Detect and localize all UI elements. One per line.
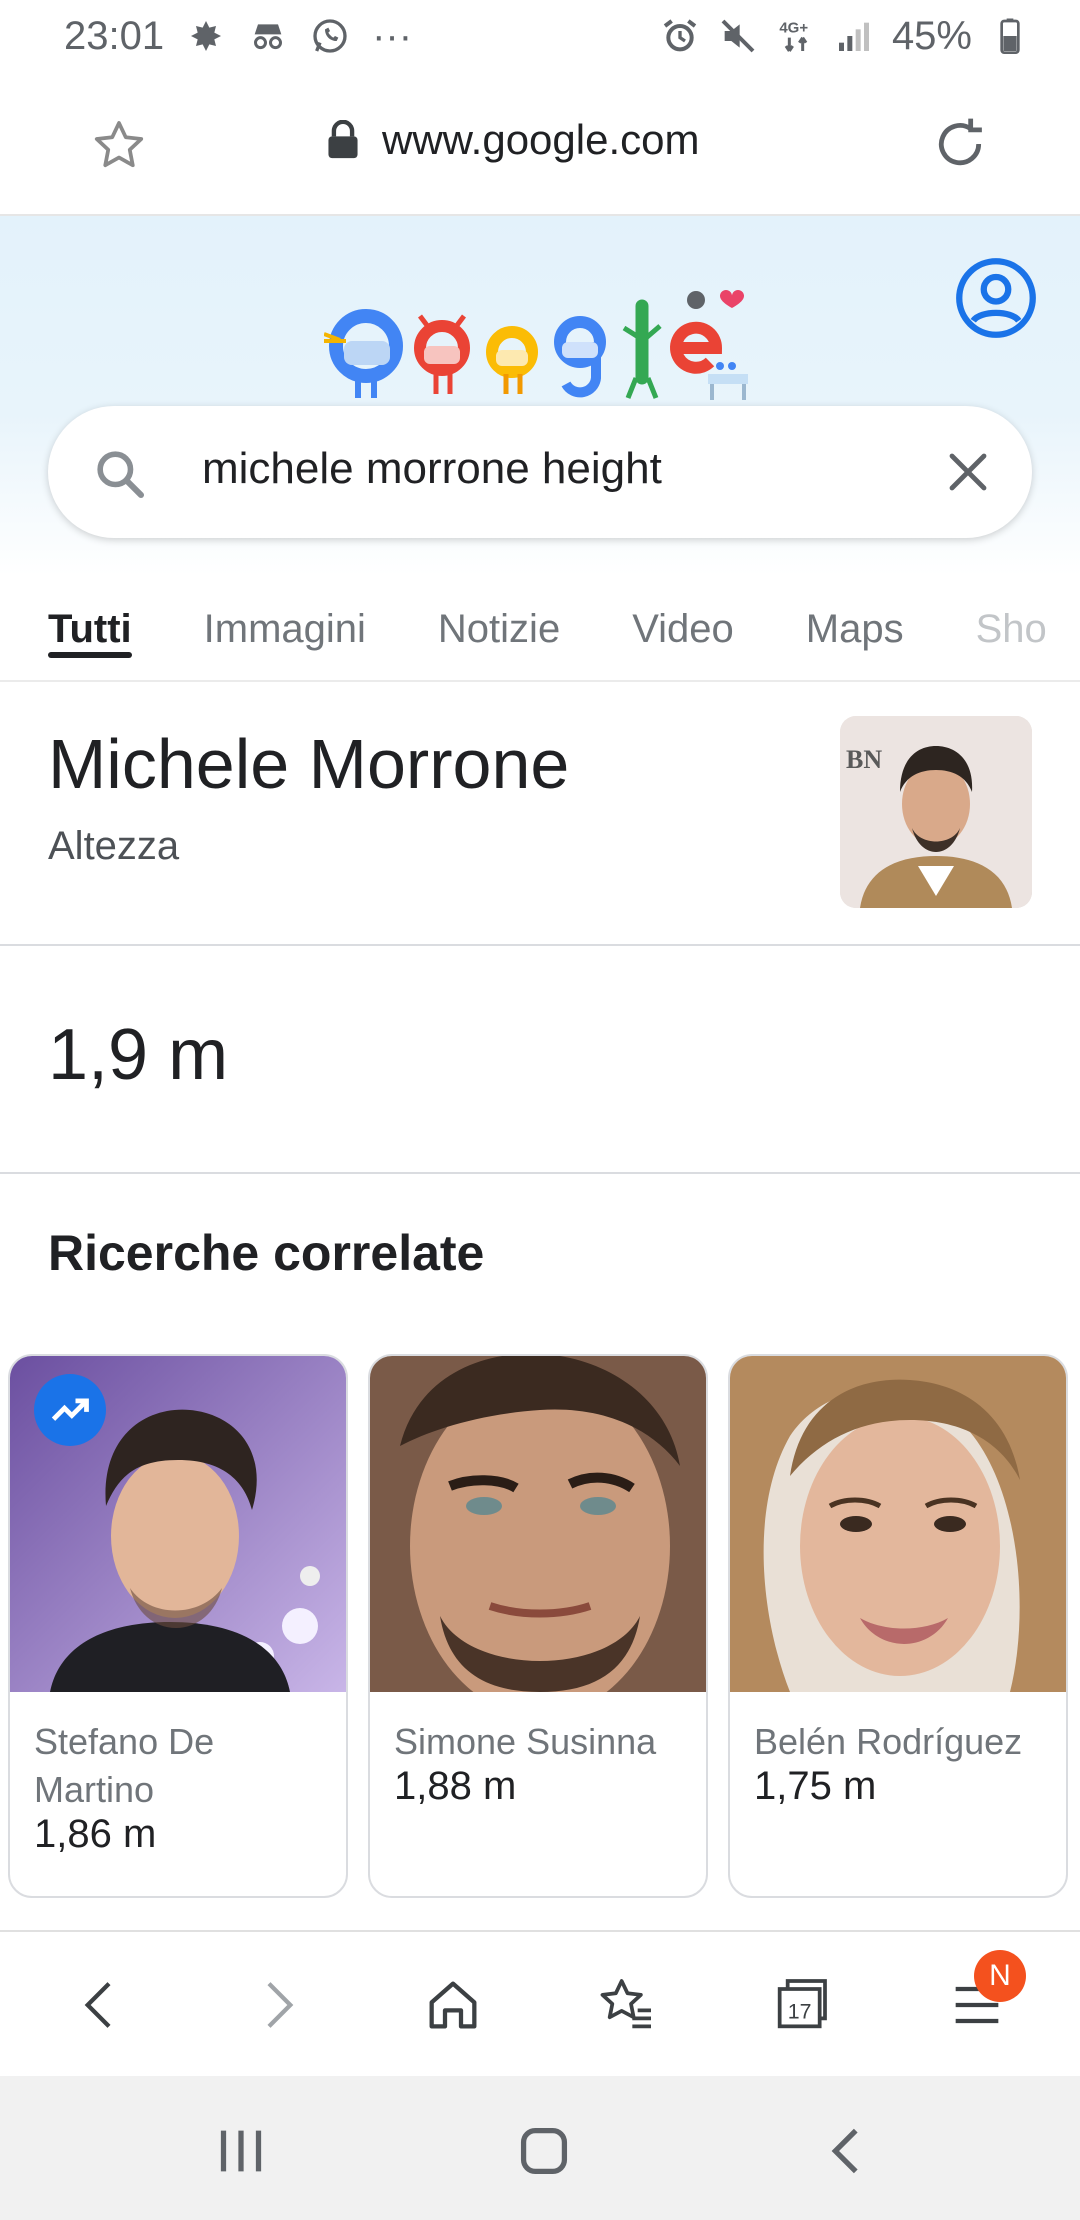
account-icon[interactable] [954,256,1038,340]
related-name: Simone Susinna [394,1721,657,1762]
status-more: ··· [372,13,413,58]
status-time: 23:01 [64,13,165,58]
answer-box: 1,9 m [0,948,1080,1174]
address-bar: www.google.com [0,72,1080,216]
home-icon [429,1981,477,2029]
browser-toolbar: 17 N [0,1934,1080,2076]
alarm-icon [660,16,700,56]
url-field[interactable]: www.google.com [326,116,699,164]
network-4g-icon: 4G+ [776,16,816,56]
tab-maps[interactable]: Maps [770,576,940,680]
trending-up-icon [51,1398,89,1421]
knowledge-panel-header: Michele Morrone Altezza BN [0,684,1080,946]
tabs-icon: 17 [777,1979,827,2029]
back-nav-icon[interactable] [812,2116,882,2186]
related-card[interactable]: Belén Rodríguez 1,75 m [728,1354,1068,1898]
related-carousel: Stefano De Martino 1,86 m Simone Susinna… [8,1354,1080,1898]
related-card[interactable]: Stefano De Martino 1,86 m [8,1354,348,1898]
related-height: 1,75 m [754,1764,877,1808]
bookmarks-list-icon [600,1979,651,2029]
related-card[interactable]: Simone Susinna 1,88 m [368,1354,708,1898]
recent-apps-icon[interactable] [206,2116,276,2186]
tab-immagini[interactable]: Immagini [168,576,402,680]
mute-icon [718,16,758,56]
entity-attribute: Altezza [48,824,180,868]
search-bar[interactable]: michele morrone height [48,406,1032,538]
height-value: 1,9 m [48,1015,229,1095]
svg-text:BN: BN [846,745,882,774]
notification-app-icon [186,16,226,56]
battery-percent: 45% [891,13,972,58]
lock-icon [328,120,358,159]
tabs-button[interactable]: 17 [766,1970,836,2040]
entity-title: Michele Morrone [48,725,570,803]
search-tabs: Tutti Immagini Notizie Video Maps Sho [0,576,1080,682]
battery-icon [990,16,1030,56]
search-icon[interactable] [92,446,148,502]
home-nav-icon[interactable] [509,2116,579,2186]
tab-video[interactable]: Video [596,576,770,680]
bookmarks-button[interactable] [592,1970,662,2040]
svg-text:4G+: 4G+ [779,20,808,37]
related-name: Belén Rodríguez [754,1721,1023,1762]
related-height: 1,88 m [394,1764,517,1808]
status-bar: 23:01 ··· 4G+ 45% [0,0,1080,72]
home-button[interactable] [418,1970,488,2040]
related-height: 1,86 m [34,1812,157,1856]
person-photo [730,1356,1066,1692]
entity-photo[interactable]: BN [840,716,1032,908]
google-header: michele morrone height [0,216,1080,576]
trending-badge [34,1374,106,1446]
person-photo [370,1356,706,1692]
menu-notification-badge: N [974,1950,1026,2002]
search-input[interactable]: michele morrone height [202,444,662,494]
related-searches-title: Ricerche correlate [48,1225,485,1281]
incognito-icon [248,16,288,56]
system-nav-bar [0,2076,1080,2220]
refresh-icon[interactable] [928,112,992,176]
bookmark-star-icon[interactable] [86,116,152,176]
chevron-left-icon [84,1982,111,2028]
svg-text:17: 17 [788,1999,812,2023]
related-name: Stefano De Martino [34,1721,215,1810]
divider [0,1930,1080,1932]
tab-tutti[interactable]: Tutti [0,576,168,680]
tab-notizie[interactable]: Notizie [402,576,596,680]
signal-icon [834,16,874,56]
whatsapp-icon [310,16,350,56]
chevron-right-icon [267,1982,294,2028]
url-text: www.google.com [382,116,700,163]
back-button[interactable] [66,1970,136,2040]
tab-shopping[interactable]: Sho [940,576,1080,680]
forward-button[interactable] [242,1970,312,2040]
google-doodle[interactable] [324,286,754,404]
clear-search-icon[interactable] [944,448,992,496]
